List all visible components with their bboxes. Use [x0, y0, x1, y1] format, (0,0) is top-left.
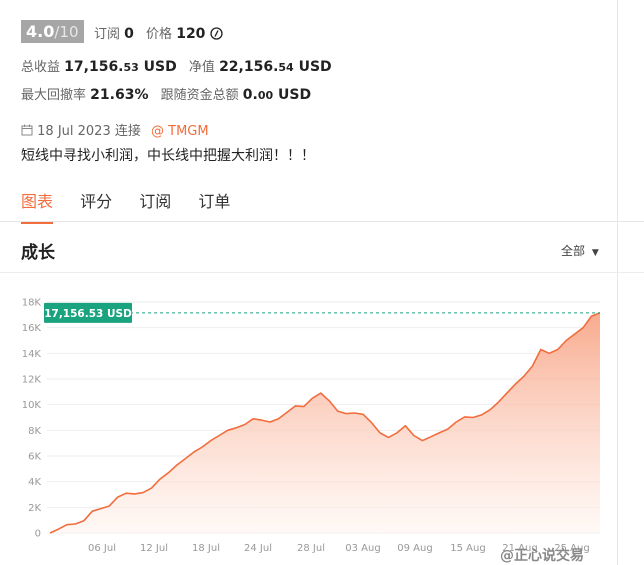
x-tick-label: 12 Jul [140, 543, 168, 554]
watermark: @正心说交易 [500, 548, 584, 564]
y-tick-label: 16K [22, 323, 42, 334]
x-tick-label: 24 Jul [244, 543, 272, 554]
y-tick-label: 4K [28, 477, 41, 488]
y-tick-label: 10K [22, 400, 42, 411]
y-tick-label: 12K [22, 375, 42, 386]
current-value-label: 17,156.53 USD [44, 308, 132, 320]
x-tick-label: 28 Jul [297, 543, 325, 554]
y-tick-label: 14K [22, 349, 42, 360]
x-tick-label: 15 Aug [450, 543, 485, 554]
growth-chart: 0 2K 4K 6K 8K 10K 12K 14K 16K 18K 06 Jul 12 Jul 18 J… [22, 298, 601, 554]
x-tick-label: 18 Jul [192, 543, 220, 554]
y-tick-label: 8K [28, 426, 41, 437]
x-tick-label: 09 Aug [397, 543, 432, 554]
x-tick-label: 03 Aug [345, 543, 380, 554]
y-tick-label: 18K [22, 298, 42, 309]
y-tick-label: 0 [35, 529, 41, 540]
x-tick-label: 06 Jul [88, 543, 116, 554]
y-tick-label: 6K [28, 452, 41, 463]
y-tick-label: 2K [28, 503, 41, 514]
growth-area [50, 312, 600, 533]
